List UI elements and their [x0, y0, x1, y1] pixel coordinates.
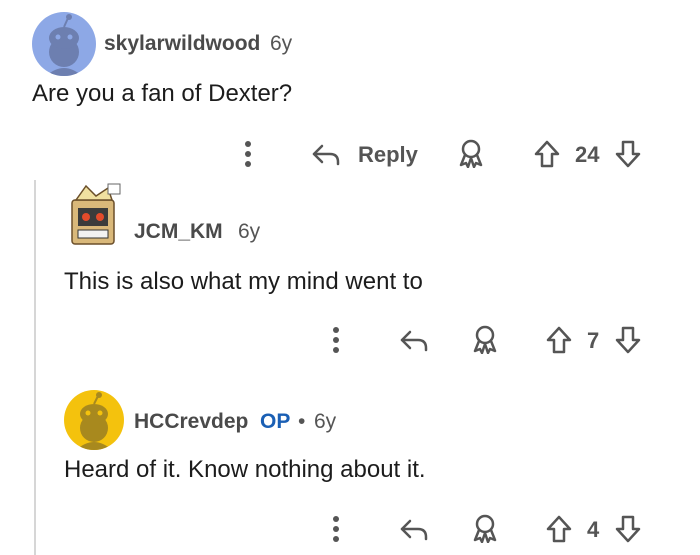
vote-score: 4 [587, 517, 600, 542]
more-options-button[interactable] [238, 140, 258, 168]
snoo-avatar-icon [76, 392, 112, 450]
award-button[interactable] [470, 324, 500, 354]
reply-button[interactable]: Reply [310, 140, 420, 168]
op-badge: OP [260, 410, 291, 433]
thread-line-1[interactable] [34, 180, 36, 555]
upvote-button[interactable] [533, 139, 561, 169]
reply-arrow-icon [400, 330, 428, 352]
comment-author[interactable]: HCCrevdep [134, 410, 248, 434]
comment-body: This is also what my mind went to [64, 268, 423, 295]
more-options-button[interactable] [326, 515, 346, 543]
award-icon [459, 139, 483, 168]
avatar[interactable] [64, 182, 124, 248]
reply-arrow-icon [400, 519, 428, 541]
comment-age: 6y [314, 410, 337, 433]
comment-body: Heard of it. Know nothing about it. [64, 456, 426, 483]
award-icon [473, 325, 497, 354]
award-button[interactable] [456, 138, 486, 168]
comment-age: 6y [238, 220, 261, 243]
more-icon [333, 516, 339, 542]
comment-author[interactable]: JCM_KM [134, 220, 223, 244]
vote-score: 24 [575, 142, 600, 167]
more-options-button[interactable] [326, 326, 346, 354]
reply-arrow-icon [312, 144, 340, 166]
downvote-button[interactable] [614, 325, 642, 355]
comment-body: Are you a fan of Dexter? [32, 80, 293, 107]
snoo-avatar-icon [46, 14, 82, 76]
upvote-icon [546, 326, 572, 354]
vote-score: 7 [587, 328, 600, 353]
award-button[interactable] [470, 513, 500, 543]
award-icon [473, 514, 497, 543]
avatar[interactable] [32, 12, 96, 76]
more-icon [333, 327, 339, 353]
downvote-button[interactable] [614, 514, 642, 544]
downvote-icon [615, 140, 641, 168]
downvote-icon [615, 515, 641, 543]
custom-avatar-icon [71, 183, 121, 245]
comment-author[interactable]: skylarwildwood [104, 32, 260, 56]
more-icon [245, 141, 251, 167]
comment-age: 6y [270, 32, 293, 55]
reply-label: Reply [358, 142, 418, 167]
downvote-button[interactable] [614, 139, 642, 169]
reply-button[interactable] [398, 515, 430, 543]
downvote-icon [615, 326, 641, 354]
upvote-button[interactable] [545, 325, 573, 355]
upvote-icon [534, 140, 560, 168]
upvote-icon [546, 515, 572, 543]
upvote-button[interactable] [545, 514, 573, 544]
separator-dot: • [298, 410, 306, 433]
avatar[interactable] [64, 390, 124, 450]
reply-button[interactable] [398, 326, 430, 354]
